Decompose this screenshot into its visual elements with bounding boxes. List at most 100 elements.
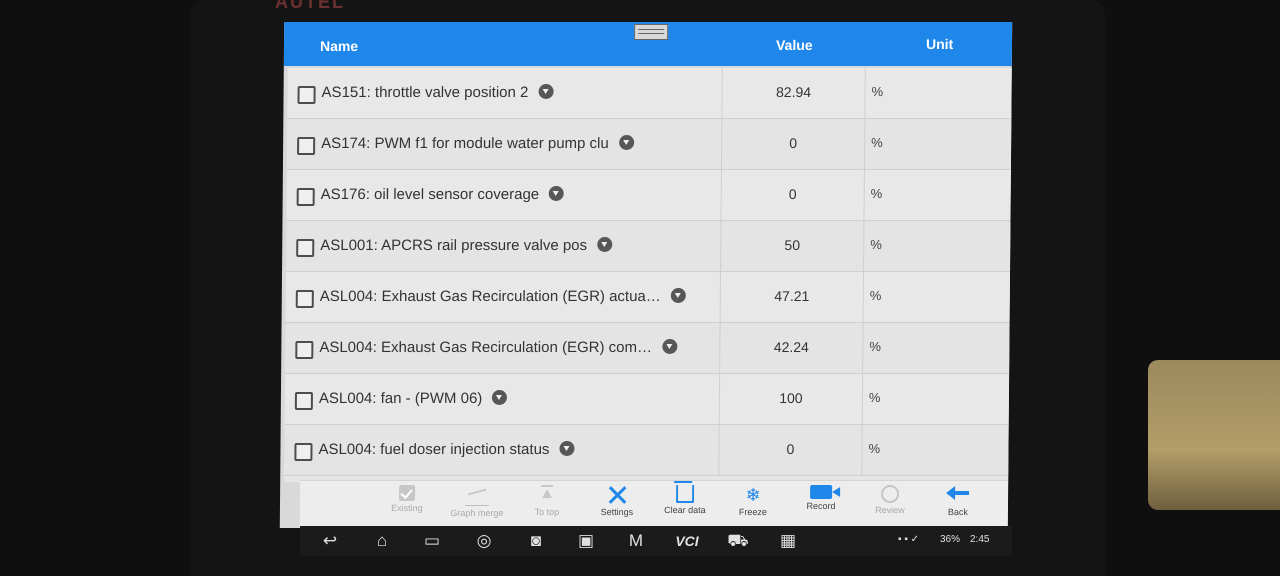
back-button[interactable]: Back <box>923 485 993 525</box>
value-cell: 0 <box>719 425 863 475</box>
unit-cell: % <box>863 374 1003 424</box>
vci-icon[interactable]: VCI <box>670 530 704 552</box>
name-cell: ASL004: Exhaust Gas Recirculation (EGR) … <box>285 272 722 322</box>
row-checkbox[interactable] <box>295 341 314 359</box>
value-cell: 100 <box>719 374 864 424</box>
review-icon <box>881 485 900 503</box>
to-top-button[interactable]: To top <box>512 485 582 525</box>
recent-apps-icon[interactable]: ▭ <box>420 530 444 552</box>
pid-label: ASL004: fan - (PWM 06) <box>319 390 508 407</box>
graph-icon <box>464 485 490 506</box>
table-row[interactable]: AS174: PWM f1 for module water pump clu … <box>286 119 1012 170</box>
pid-unit: % <box>868 390 881 405</box>
table-row[interactable]: ASL004: Exhaust Gas Recirculation (EGR) … <box>285 323 1010 374</box>
dropdown-icon[interactable] <box>618 135 634 150</box>
notification-icons: ▪ ▪ ✓ <box>898 534 920 545</box>
browser-icon[interactable]: ◎ <box>472 530 496 552</box>
row-checkbox[interactable] <box>296 239 315 257</box>
row-checkbox[interactable] <box>294 392 313 410</box>
settings-label: Settings <box>600 507 634 517</box>
clock: 2:45 <box>970 534 990 545</box>
existing-label: Existing <box>391 503 423 513</box>
unit-cell: % <box>865 68 1005 118</box>
value-cell: 50 <box>721 221 865 271</box>
pid-label: ASL001: APCRS rail pressure valve pos <box>320 237 613 254</box>
value-cell: 0 <box>721 119 866 169</box>
video-camera-icon <box>810 485 833 499</box>
table-row[interactable]: ASL004: fan - (PWM 06) 100 % <box>284 374 1010 425</box>
freeze-button[interactable]: ❄ Freeze <box>718 485 788 525</box>
pid-unit: % <box>871 135 883 150</box>
dropdown-icon[interactable] <box>670 288 686 303</box>
nav-back-icon[interactable]: ↩ <box>318 530 342 552</box>
pid-label: ASL004: Exhaust Gas Recirculation (EGR) … <box>320 288 686 305</box>
table-row[interactable]: ASL001: APCRS rail pressure valve pos 50… <box>286 221 1011 272</box>
clear-data-button[interactable]: Clear data <box>650 485 720 525</box>
pid-unit: % <box>870 237 882 252</box>
display-icon[interactable]: ▣ <box>574 530 598 552</box>
system-navigation-bar: ↩ ⌂ ▭ ◎ ◙ ▣ M VCI ⛟ ▦ ▪ ▪ ✓ 36% 2:45 <box>300 526 1012 556</box>
dropdown-icon[interactable] <box>559 441 575 456</box>
dropdown-icon[interactable] <box>549 186 565 201</box>
table-row[interactable]: ASL004: fuel doser injection status 0 % <box>284 425 1009 476</box>
pid-value: 0 <box>786 441 795 457</box>
row-checkbox[interactable] <box>297 86 316 104</box>
name-cell: AS151: throttle valve position 2 <box>287 68 723 118</box>
name-cell: ASL001: APCRS rail pressure valve pos <box>286 221 722 271</box>
bottom-toolbar: Existing Graph merge To top Settings Cle… <box>299 480 1009 528</box>
pid-name-text: ASL004: fuel doser injection status <box>318 441 550 458</box>
pid-label: AS174: PWM f1 for module water pump clu <box>321 135 634 152</box>
pid-value: 100 <box>779 390 803 406</box>
dropdown-icon[interactable] <box>492 390 508 405</box>
camera-icon[interactable]: ◙ <box>524 530 548 552</box>
vehicle-icon[interactable]: ⛟ <box>726 530 750 552</box>
pid-unit: % <box>868 441 881 456</box>
row-checkbox[interactable] <box>296 188 315 206</box>
unit-cell: % <box>865 119 1005 169</box>
pid-label: AS151: throttle valve position 2 <box>322 84 554 101</box>
table-row[interactable]: ASL004: Exhaust Gas Recirculation (EGR) … <box>285 272 1011 323</box>
brand-logo: AUTEL <box>275 0 345 12</box>
column-header-name[interactable]: Name <box>320 38 358 54</box>
check-icon <box>399 485 416 501</box>
column-header-value[interactable]: Value <box>776 37 813 53</box>
row-checkbox[interactable] <box>295 290 314 308</box>
pid-value: 0 <box>789 135 798 151</box>
maxifix-icon[interactable]: M <box>624 530 648 552</box>
dropdown-icon[interactable] <box>661 339 678 354</box>
row-checkbox[interactable] <box>297 137 316 155</box>
background-object <box>1148 360 1280 510</box>
review-button[interactable]: Review <box>855 485 925 525</box>
snowflake-icon: ❄ <box>745 485 761 505</box>
drag-handle-icon[interactable] <box>634 24 669 40</box>
pid-name-text: AS176: oil level sensor coverage <box>320 186 540 203</box>
live-data-screen: Name Value Unit AS151: throttle valve po… <box>279 22 1013 528</box>
record-button[interactable]: Record <box>786 485 856 525</box>
graph-merge-button[interactable]: Graph merge <box>442 485 512 525</box>
pid-unit: % <box>871 84 884 99</box>
table-row[interactable]: AS151: throttle valve position 2 82.94 % <box>287 68 1012 119</box>
dropdown-icon[interactable] <box>538 84 554 99</box>
column-header-unit[interactable]: Unit <box>926 36 953 52</box>
unit-cell: % <box>864 221 1004 271</box>
pid-name-text: ASL001: APCRS rail pressure valve pos <box>320 237 588 254</box>
pid-unit: % <box>869 339 882 354</box>
existing-button[interactable]: Existing <box>372 485 442 525</box>
dropdown-icon[interactable] <box>597 237 613 252</box>
unit-cell: % <box>864 272 1004 322</box>
settings-button[interactable]: Settings <box>582 485 652 525</box>
service-icon[interactable]: ▦ <box>776 530 800 552</box>
pid-unit: % <box>869 288 882 303</box>
pid-label: ASL004: Exhaust Gas Recirculation (EGR) … <box>319 339 678 356</box>
row-checkbox[interactable] <box>294 443 313 461</box>
pid-unit: % <box>870 186 883 201</box>
pid-value: 42.24 <box>773 339 809 355</box>
pid-name-text: AS151: throttle valve position 2 <box>321 84 529 101</box>
home-icon[interactable]: ⌂ <box>370 530 394 552</box>
table-row[interactable]: AS176: oil level sensor coverage 0 % <box>286 170 1011 221</box>
value-cell: 82.94 <box>722 68 866 118</box>
record-label: Record <box>806 501 836 511</box>
data-list[interactable]: AS151: throttle valve position 2 82.94 %… <box>284 68 1012 482</box>
table-header: Name Value Unit <box>283 22 1013 66</box>
unit-cell: % <box>862 425 1002 475</box>
